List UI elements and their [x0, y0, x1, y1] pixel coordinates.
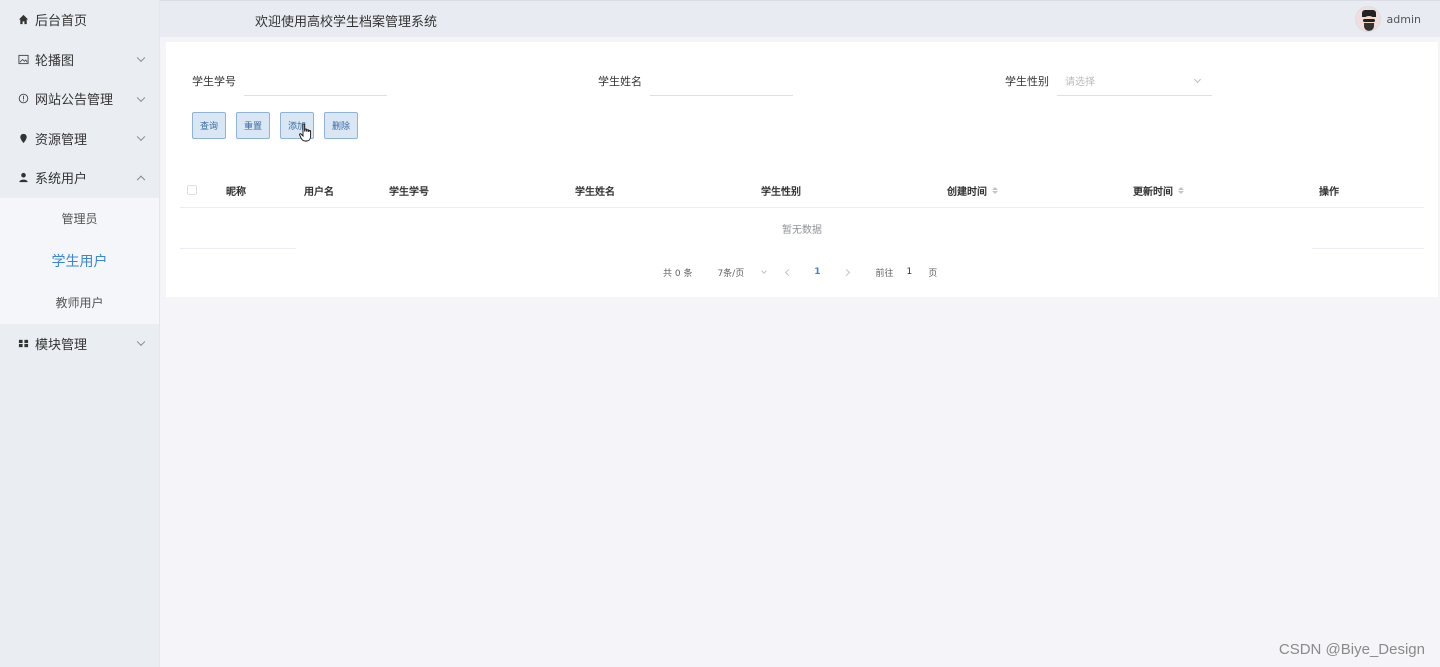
- column-header-created-time-label: 创建时间: [947, 186, 987, 198]
- chevron-up-icon: [136, 175, 146, 184]
- student-gender-label: 学生性别: [1005, 75, 1049, 88]
- sidebar-item-resources[interactable]: 资源管理: [0, 119, 159, 159]
- reset-button[interactable]: 重置: [236, 112, 270, 139]
- pagination: 共 0 条 7条/页 1 前往 1 页: [663, 264, 937, 280]
- sort-icon[interactable]: [992, 186, 998, 194]
- student-name-input[interactable]: [650, 66, 793, 96]
- page-size-value: 7条/页: [717, 268, 745, 279]
- sidebar-subitem-teacher-users[interactable]: 教师用户: [0, 282, 159, 324]
- next-page-icon[interactable]: [843, 268, 851, 276]
- image-icon: [17, 53, 29, 65]
- column-header-updated-time-label: 更新时间: [1133, 186, 1173, 198]
- sort-icon[interactable]: [1178, 186, 1184, 194]
- sidebar: 后台首页 轮播图 网站公告管理 资源管理 系统用户 管理员 学生用户 教师用户: [0, 0, 160, 667]
- column-header-student-id: 学生学号: [389, 186, 429, 198]
- main-panel: 学生学号 学生姓名 学生性别 请选择 查询 重置 添加 删除 昵称 用户名 学生…: [166, 42, 1438, 297]
- delete-button[interactable]: 删除: [324, 112, 358, 139]
- sidebar-subitem-admin[interactable]: 管理员: [0, 198, 159, 240]
- student-id-input[interactable]: [244, 66, 387, 96]
- sidebar-item-label: 后台首页: [35, 14, 88, 30]
- pagination-total: 共 0 条: [663, 268, 693, 279]
- goto-page-input[interactable]: 1: [907, 267, 913, 277]
- info-circle-icon: [17, 93, 29, 105]
- student-name-label: 学生姓名: [598, 75, 642, 88]
- page-title: 欢迎使用高校学生档案管理系统: [255, 15, 438, 30]
- hand-cursor-icon: [299, 123, 312, 142]
- sidebar-item-modules[interactable]: 模块管理: [0, 324, 159, 364]
- sidebar-item-label: 轮播图: [35, 53, 75, 69]
- sidebar-item-announcements[interactable]: 网站公告管理: [0, 79, 159, 119]
- user-icon: [17, 172, 29, 184]
- student-name-field: 学生姓名: [598, 66, 793, 96]
- username[interactable]: admin: [1387, 13, 1421, 26]
- column-header-student-name: 学生姓名: [575, 186, 615, 198]
- empty-text: 暂无数据: [782, 225, 822, 236]
- select-all-checkbox[interactable]: [187, 185, 197, 195]
- chevron-down-icon: [761, 268, 768, 274]
- sidebar-item-system-users[interactable]: 系统用户: [0, 158, 159, 198]
- student-id-label: 学生学号: [192, 75, 236, 88]
- gender-select-placeholder: 请选择: [1065, 77, 1095, 88]
- column-header-nickname: 昵称: [226, 186, 246, 198]
- sidebar-item-label: 资源管理: [35, 132, 88, 148]
- chevron-down-icon: [136, 337, 146, 347]
- chevron-down-icon: [136, 93, 146, 102]
- chevron-down-icon: [1193, 75, 1202, 84]
- sidebar-item-label: 系统用户: [35, 172, 88, 188]
- search-form: 学生学号 学生姓名 学生性别 请选择: [166, 66, 1438, 100]
- table-header: 昵称 用户名 学生学号 学生姓名 学生性别 创建时间 更新时间 操作: [180, 172, 1424, 208]
- chevron-down-icon: [136, 53, 146, 63]
- user-menu[interactable]: admin: [1354, 6, 1421, 32]
- sidebar-item-home[interactable]: 后台首页: [0, 0, 159, 40]
- column-header-student-gender: 学生性别: [761, 186, 801, 198]
- column-header-updated-time[interactable]: 更新时间: [1133, 172, 1184, 208]
- page-number-current[interactable]: 1: [814, 267, 820, 277]
- page-suffix: 页: [928, 268, 938, 279]
- goto-label: 前往: [875, 268, 894, 279]
- empty-state: 暂无数据: [180, 208, 1424, 249]
- action-buttons: 查询 重置 添加 删除: [192, 112, 358, 139]
- column-header-created-time[interactable]: 创建时间: [947, 172, 998, 208]
- select-all-checkbox-cell: [187, 172, 197, 208]
- sidebar-item-carousel[interactable]: 轮播图: [0, 40, 159, 80]
- query-button[interactable]: 查询: [192, 112, 226, 139]
- students-table: 昵称 用户名 学生学号 学生姓名 学生性别 创建时间 更新时间 操作 暂无数据: [180, 172, 1424, 249]
- sidebar-subitem-student-users[interactable]: 学生用户: [0, 240, 159, 282]
- student-id-field: 学生学号: [192, 66, 387, 96]
- column-header-actions: 操作: [1319, 186, 1339, 198]
- student-gender-field: 学生性别 请选择: [1005, 66, 1212, 96]
- prev-page-icon[interactable]: [785, 268, 793, 276]
- grid-icon: [17, 337, 29, 349]
- header-bar: 欢迎使用高校学生档案管理系统 admin: [160, 0, 1440, 37]
- page-size-select[interactable]: 7条/页: [717, 266, 768, 279]
- chevron-down-icon: [136, 132, 146, 142]
- system-users-submenu: 管理员 学生用户 教师用户: [0, 197, 159, 324]
- watermark: CSDN @Biye_Design: [1278, 641, 1425, 658]
- gender-select[interactable]: 请选择: [1057, 66, 1212, 96]
- column-header-username: 用户名: [304, 186, 334, 198]
- home-icon: [17, 14, 29, 26]
- avatar[interactable]: [1354, 6, 1381, 32]
- sidebar-item-label: 网站公告管理: [35, 93, 114, 109]
- sidebar-item-label: 模块管理: [35, 337, 88, 353]
- location-icon: [17, 132, 29, 144]
